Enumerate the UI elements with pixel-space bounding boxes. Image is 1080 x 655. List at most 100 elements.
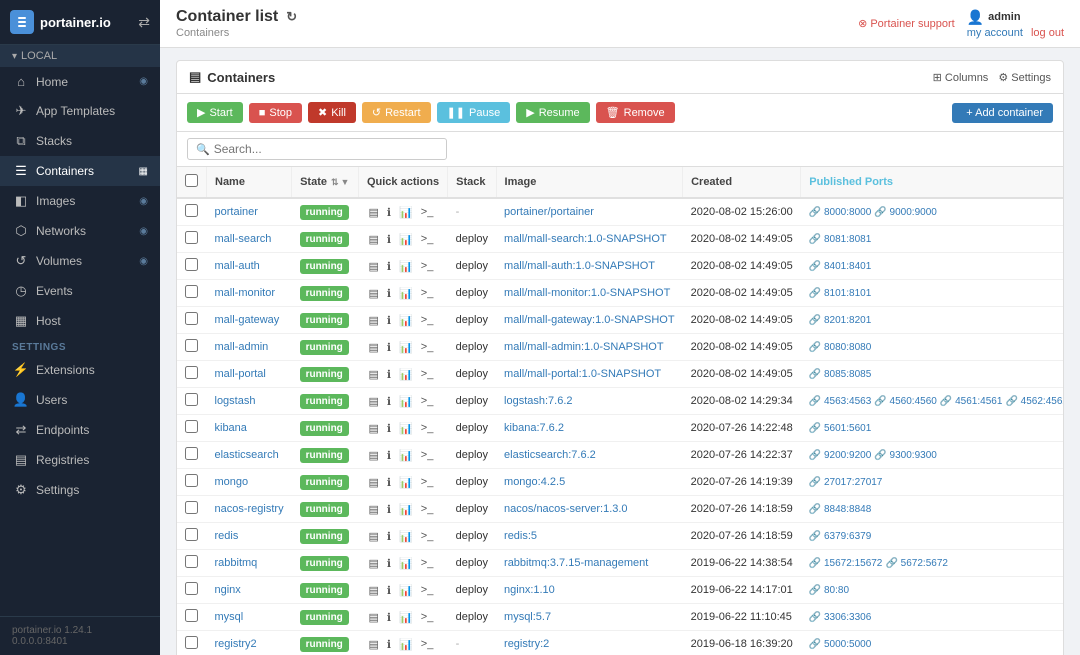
row-checkbox-cell[interactable] [177, 226, 207, 253]
row-checkbox[interactable] [185, 501, 198, 514]
logs-icon[interactable]: ▤ [366, 313, 380, 328]
stats-icon[interactable]: 📊 [397, 583, 415, 598]
stats-icon[interactable]: 📊 [397, 475, 415, 490]
container-name-link[interactable]: registry2 [215, 638, 257, 650]
inspect-icon[interactable]: ℹ [385, 556, 393, 571]
logs-icon[interactable]: ▤ [366, 583, 380, 598]
select-all-col[interactable] [177, 167, 207, 198]
remove-button[interactable]: 🗑 Remove [596, 102, 675, 123]
logs-icon[interactable]: ▤ [366, 421, 380, 436]
sidebar-item-home[interactable]: ⌂ Home ◉ [0, 67, 160, 96]
row-checkbox-cell[interactable] [177, 442, 207, 469]
inspect-icon[interactable]: ℹ [385, 583, 393, 598]
sidebar-item-containers[interactable]: ☰ Containers ▦ [0, 156, 160, 186]
logs-icon[interactable]: ▤ [366, 610, 380, 625]
row-checkbox[interactable] [185, 582, 198, 595]
image-link[interactable]: mall/mall-search:1.0-SNAPSHOT [504, 233, 667, 245]
image-link[interactable]: nacos/nacos-server:1.3.0 [504, 503, 628, 515]
container-name-link[interactable]: mall-search [215, 233, 272, 245]
port-link[interactable]: 🔗 8101:8101 [809, 288, 872, 299]
row-checkbox[interactable] [185, 609, 198, 622]
sidebar-item-stacks[interactable]: ⧉ Stacks [0, 126, 160, 156]
port-link[interactable]: 🔗 9200:9200 [809, 450, 872, 461]
inspect-icon[interactable]: ℹ [385, 637, 393, 652]
container-name-link[interactable]: portainer [215, 206, 258, 218]
row-checkbox-cell[interactable] [177, 361, 207, 388]
logs-icon[interactable]: ▤ [366, 205, 380, 220]
pause-button[interactable]: ❚❚ Pause [437, 102, 511, 123]
port-link[interactable]: 🔗 3306:3306 [809, 612, 872, 623]
port-link[interactable]: 🔗 8848:8848 [809, 504, 872, 515]
row-checkbox[interactable] [185, 366, 198, 379]
image-link[interactable]: registry:2 [504, 638, 549, 650]
logs-icon[interactable]: ▤ [366, 367, 380, 382]
container-name-link[interactable]: nginx [215, 584, 241, 596]
row-checkbox[interactable] [185, 555, 198, 568]
row-checkbox[interactable] [185, 231, 198, 244]
inspect-icon[interactable]: ℹ [385, 610, 393, 625]
port-link[interactable]: 🔗 27017:27017 [809, 477, 883, 488]
console-icon[interactable]: >_ [419, 340, 436, 354]
container-name-link[interactable]: mall-auth [215, 260, 260, 272]
console-icon[interactable]: >_ [419, 421, 436, 435]
stats-icon[interactable]: 📊 [397, 610, 415, 625]
console-icon[interactable]: >_ [419, 259, 436, 273]
sidebar-item-events[interactable]: ◷ Events [0, 276, 160, 306]
row-checkbox-cell[interactable] [177, 307, 207, 334]
search-input-wrap[interactable]: 🔍 [187, 138, 447, 160]
stop-button[interactable]: ■ Stop [249, 103, 302, 123]
stats-icon[interactable]: 📊 [397, 502, 415, 517]
sidebar-item-images[interactable]: ◧ Images ◉ [0, 186, 160, 216]
container-name-link[interactable]: redis [215, 530, 239, 542]
col-name[interactable]: Name [207, 167, 292, 198]
port-link[interactable]: 🔗 8080:8080 [809, 342, 872, 353]
inspect-icon[interactable]: ℹ [385, 367, 393, 382]
inspect-icon[interactable]: ℹ [385, 421, 393, 436]
container-name-link[interactable]: mall-portal [215, 368, 266, 380]
port-link[interactable]: 🔗 4560:4560 [874, 396, 937, 407]
row-checkbox-cell[interactable] [177, 334, 207, 361]
row-checkbox-cell[interactable] [177, 523, 207, 550]
image-link[interactable]: redis:5 [504, 530, 537, 542]
port-link[interactable]: 🔗 80:80 [809, 585, 849, 596]
console-icon[interactable]: >_ [419, 232, 436, 246]
row-checkbox[interactable] [185, 204, 198, 217]
image-link[interactable]: elasticsearch:7.6.2 [504, 449, 596, 461]
restart-button[interactable]: ↺ Restart [362, 102, 431, 123]
columns-button[interactable]: ⊞ Columns [933, 71, 989, 84]
sidebar-item-users[interactable]: 👤 Users [0, 385, 160, 415]
console-icon[interactable]: >_ [419, 313, 436, 327]
kill-button[interactable]: ✖ Kill [308, 102, 356, 123]
stats-icon[interactable]: 📊 [397, 313, 415, 328]
stats-icon[interactable]: 📊 [397, 340, 415, 355]
inspect-icon[interactable]: ℹ [385, 394, 393, 409]
port-link[interactable]: 🔗 5672:5672 [885, 558, 948, 569]
row-checkbox-cell[interactable] [177, 253, 207, 280]
port-link[interactable]: 🔗 6379:6379 [809, 531, 872, 542]
sidebar-item-host[interactable]: ▦ Host [0, 306, 160, 336]
sidebar-item-settings[interactable]: ⚙ Settings [0, 475, 160, 505]
image-link[interactable]: mysql:5.7 [504, 611, 551, 623]
port-link[interactable]: 🔗 9000:9000 [874, 207, 937, 218]
sidebar-item-volumes[interactable]: ↺ Volumes ◉ [0, 246, 160, 276]
log-out-link[interactable]: log out [1031, 27, 1064, 39]
container-name-link[interactable]: mall-admin [215, 341, 269, 353]
image-link[interactable]: mall/mall-gateway:1.0-SNAPSHOT [504, 314, 675, 326]
inspect-icon[interactable]: ℹ [385, 313, 393, 328]
row-checkbox-cell[interactable] [177, 577, 207, 604]
port-link[interactable]: 🔗 8085:8085 [809, 369, 872, 380]
stats-icon[interactable]: 📊 [397, 286, 415, 301]
console-icon[interactable]: >_ [419, 637, 436, 651]
logs-icon[interactable]: ▤ [366, 340, 380, 355]
logs-icon[interactable]: ▤ [366, 394, 380, 409]
container-name-link[interactable]: mysql [215, 611, 244, 623]
image-link[interactable]: logstash:7.6.2 [504, 395, 573, 407]
col-state[interactable]: State ⇅ ▼ [292, 167, 359, 198]
row-checkbox[interactable] [185, 339, 198, 352]
portainer-support-link[interactable]: ⊗ Portainer support [858, 17, 955, 30]
row-checkbox-cell[interactable] [177, 280, 207, 307]
image-link[interactable]: mall/mall-monitor:1.0-SNAPSHOT [504, 287, 670, 299]
row-checkbox-cell[interactable] [177, 198, 207, 226]
stats-icon[interactable]: 📊 [397, 529, 415, 544]
row-checkbox-cell[interactable] [177, 604, 207, 631]
